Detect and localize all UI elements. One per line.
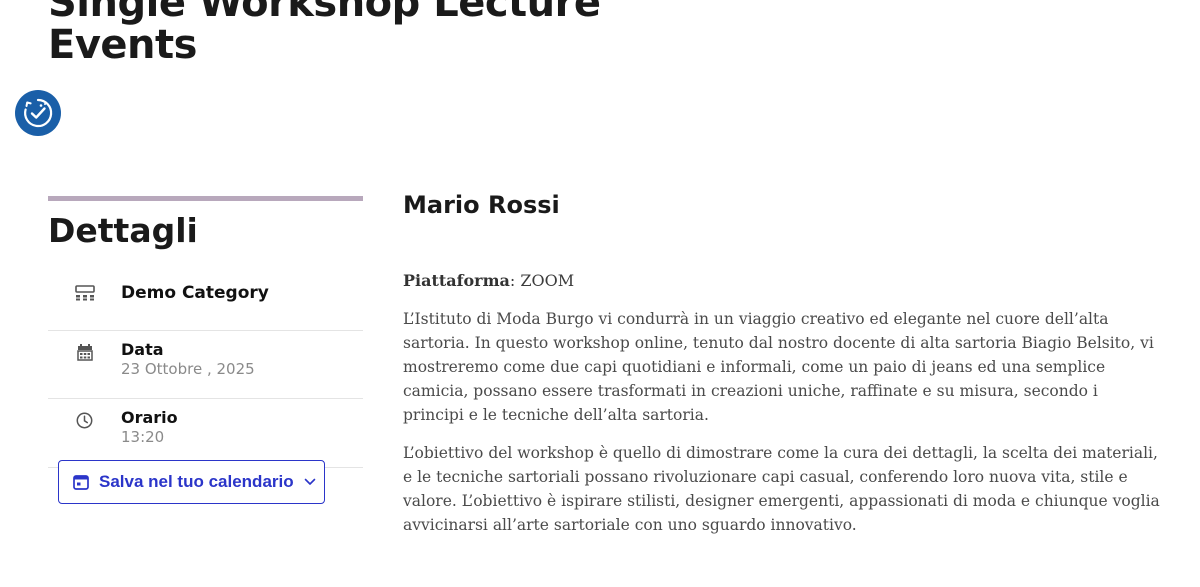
- accessibility-check-icon: [22, 97, 54, 129]
- sidebar-accent-bar: [48, 196, 363, 201]
- date-value: 23 Ottobre , 2025: [121, 360, 255, 378]
- category-label: Demo Category: [121, 283, 269, 303]
- calendar-icon: [76, 344, 93, 361]
- platform-line: Piattaforma: ZOOM: [403, 269, 1163, 293]
- detail-time: Orario 13:20: [48, 399, 363, 468]
- chevron-down-icon: [304, 478, 316, 486]
- details-sidebar: Dettagli Demo Category Data 23 Ottobre ,…: [48, 196, 363, 504]
- accessibility-button[interactable]: [15, 90, 61, 136]
- description-paragraph-2: L’obiettivo del workshop è quello di dim…: [403, 444, 1160, 534]
- detail-category: Demo Category: [48, 263, 363, 331]
- category-icon: [74, 285, 95, 301]
- save-to-calendar-button[interactable]: Salva nel tuo calendario: [58, 460, 325, 504]
- save-to-calendar-label: Salva nel tuo calendario: [99, 472, 294, 491]
- calendar-add-icon: [73, 474, 89, 490]
- speaker-name: Mario Rossi: [403, 191, 560, 219]
- sidebar-heading: Dettagli: [48, 211, 198, 250]
- page-title: Single Workshop Lecture Events: [48, 0, 601, 68]
- time-title: Orario: [121, 408, 178, 427]
- description-paragraph-1: L’Istituto di Moda Burgo vi condurrà in …: [403, 310, 1154, 424]
- platform-value: : ZOOM: [509, 271, 575, 290]
- clock-icon: [76, 412, 93, 429]
- platform-label: Piattaforma: [403, 271, 510, 290]
- time-value: 13:20: [121, 428, 165, 446]
- event-content: Mario Rossi Piattaforma: ZOOM L’Istituto…: [403, 190, 1163, 537]
- date-title: Data: [121, 340, 164, 359]
- detail-date: Data 23 Ottobre , 2025: [48, 331, 363, 399]
